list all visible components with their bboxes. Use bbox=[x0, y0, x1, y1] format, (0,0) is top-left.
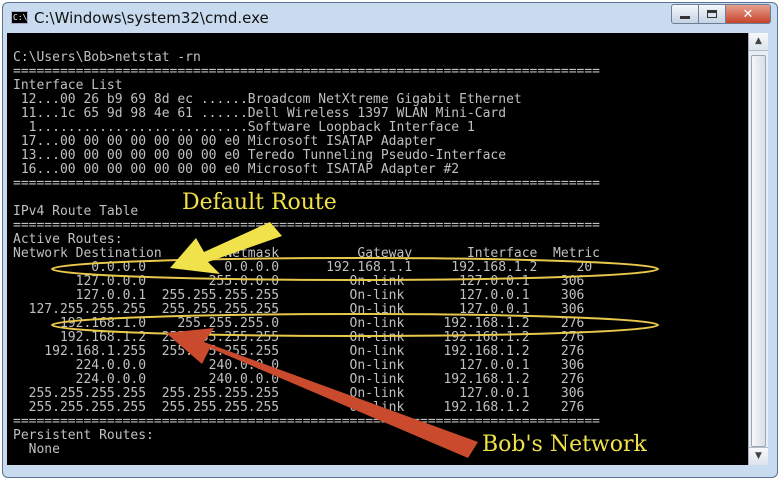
bobs-network-arrow bbox=[166, 328, 478, 458]
default-route-arrow bbox=[170, 222, 282, 274]
default-route-highlight bbox=[51, 257, 659, 281]
bobs-network-highlight bbox=[51, 313, 659, 337]
bobs-network-label: Bob's Network bbox=[482, 432, 647, 457]
default-route-label: Default Route bbox=[182, 190, 337, 215]
annotation-overlay bbox=[51, 222, 659, 458]
